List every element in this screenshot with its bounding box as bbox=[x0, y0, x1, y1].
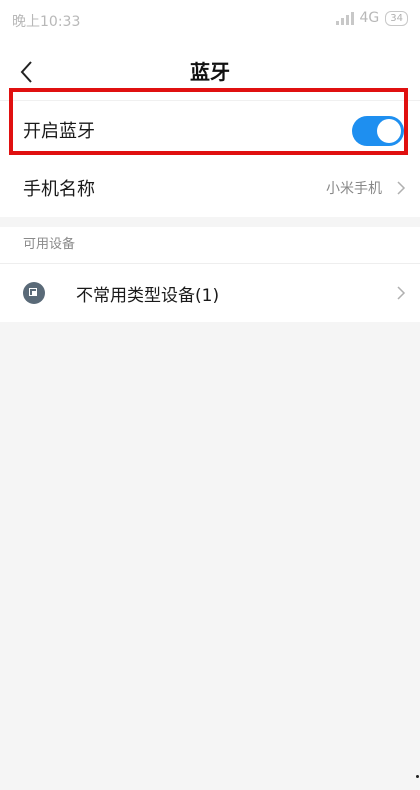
status-bar: 晚上10:33 4G 34 bbox=[0, 0, 420, 40]
corner-dot bbox=[416, 775, 419, 778]
device-name-value: 小米手机 bbox=[326, 181, 382, 197]
nav-bar: 蓝牙 bbox=[0, 40, 420, 100]
device-name-label: 手机名称 bbox=[23, 179, 95, 200]
chevron-right-icon bbox=[397, 181, 406, 195]
bluetooth-toggle[interactable] bbox=[352, 116, 404, 146]
device-type-icon bbox=[23, 282, 45, 304]
device-item[interactable]: 不常用类型设备(1) bbox=[0, 264, 420, 322]
page-title: 蓝牙 bbox=[190, 60, 230, 84]
device-name-row[interactable]: 手机名称 小米手机 bbox=[0, 159, 420, 217]
chevron-right-icon bbox=[397, 286, 406, 300]
network-type: 4G bbox=[359, 10, 380, 26]
battery-icon: 34 bbox=[385, 10, 408, 26]
header-area: 晚上10:33 4G 34 蓝牙 bbox=[0, 0, 420, 100]
status-time: 晚上10:33 bbox=[12, 14, 81, 30]
bluetooth-settings-group: 开启蓝牙 手机名称 小米手机 bbox=[0, 100, 420, 217]
bluetooth-toggle-label: 开启蓝牙 bbox=[23, 121, 95, 142]
status-indicators: 4G 34 bbox=[335, 10, 408, 26]
signal-icon bbox=[335, 11, 354, 25]
bluetooth-toggle-row[interactable]: 开启蓝牙 bbox=[0, 101, 420, 159]
device-item-label: 不常用类型设备(1) bbox=[76, 285, 220, 306]
available-devices-header: 可用设备 bbox=[0, 217, 420, 264]
toggle-knob bbox=[377, 119, 401, 143]
